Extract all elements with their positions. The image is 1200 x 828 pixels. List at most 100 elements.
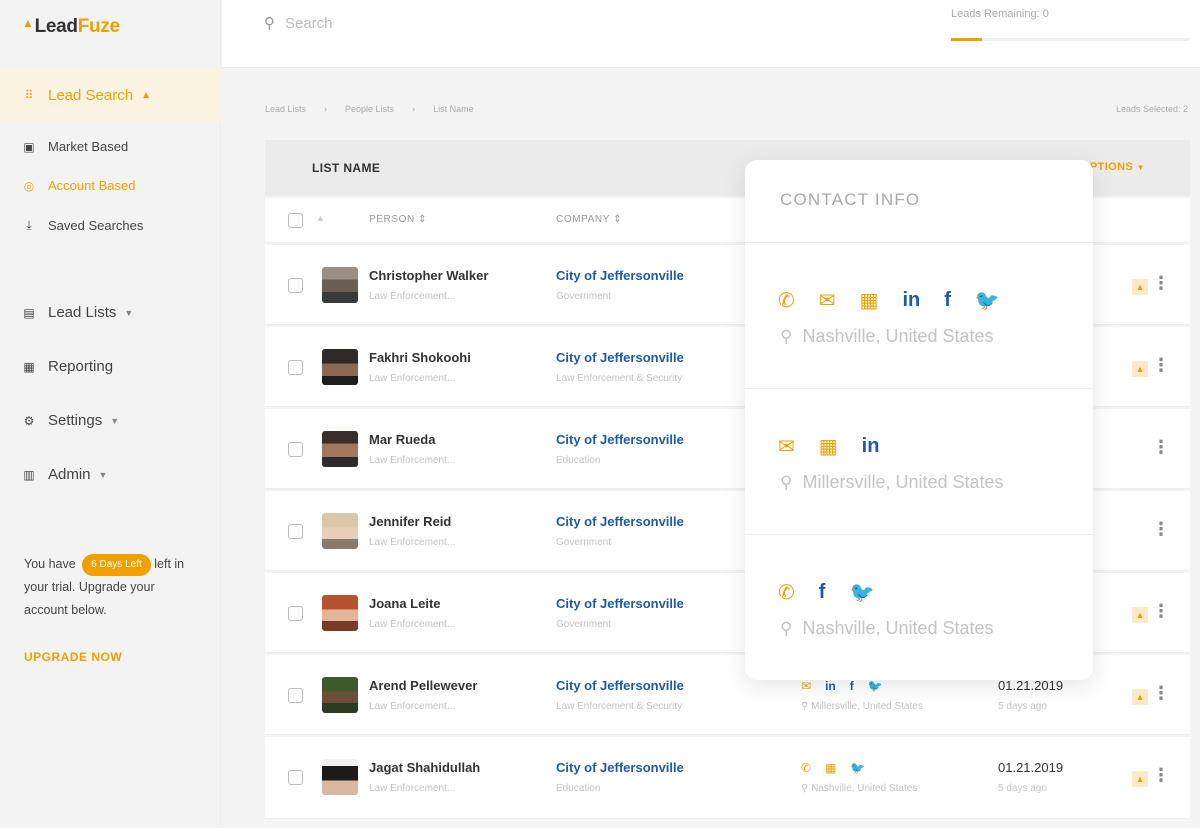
phone-icon[interactable]: ✆ [778, 288, 795, 313]
breadcrumb-list-name: List Name [433, 104, 474, 114]
more-icon[interactable]: ⋮ [1152, 601, 1170, 622]
sort-icon: ⇕ [613, 214, 623, 225]
nav-reporting[interactable]: ▦ Reporting [22, 358, 113, 375]
nav-account-based[interactable]: ◎ Account Based [22, 178, 136, 193]
linkedin-icon[interactable]: in [825, 679, 836, 693]
chevron-down-icon: ▼ [1136, 163, 1145, 172]
twitter-icon[interactable]: 🐦 [868, 679, 883, 693]
pin-icon: ⚲ [801, 783, 809, 794]
more-icon[interactable]: ⋮ [1152, 519, 1170, 540]
pin-icon: ⚲ [801, 701, 809, 712]
person-title: Law Enforcement... [369, 291, 456, 302]
nav-admin[interactable]: ▥ Admin ▼ [22, 466, 107, 483]
linkedin-icon[interactable]: in [862, 435, 880, 458]
nav-lead-lists[interactable]: ▤ Lead Lists ▼ [22, 304, 133, 321]
person-name[interactable]: Fakhri Shokoohi [369, 350, 471, 365]
person-title: Law Enforcement... [369, 373, 456, 384]
building-icon[interactable]: ▦ [825, 761, 836, 775]
column-company[interactable]: COMPANY ⇕ [556, 214, 622, 225]
search-placeholder: Search [285, 14, 333, 32]
upgrade-now-link[interactable]: UPGRADE NOW [24, 650, 122, 664]
company-link[interactable]: City of Jeffersonville [556, 760, 684, 775]
flag-icon[interactable]: ▲ [1132, 607, 1148, 623]
nav-settings[interactable]: ⚙ Settings ▼ [22, 412, 120, 429]
company-link[interactable]: City of Jeffersonville [556, 678, 684, 693]
company-link[interactable]: City of Jeffersonville [556, 514, 684, 529]
avatar [322, 431, 358, 467]
breadcrumb-lead-lists[interactable]: Lead Lists [265, 104, 306, 114]
twitter-icon[interactable]: 🐦 [975, 288, 1000, 313]
company-link[interactable]: City of Jeffersonville [556, 596, 684, 611]
target-icon: ◎ [23, 178, 35, 193]
avatar [322, 677, 358, 713]
company-link[interactable]: City of Jeffersonville [556, 350, 684, 365]
more-icon[interactable]: ⋮ [1152, 437, 1170, 458]
more-icon[interactable]: ⋮ [1152, 765, 1170, 786]
person-name[interactable]: Jagat Shahidullah [369, 760, 480, 775]
search-box[interactable]: ⚲ Search [264, 14, 333, 33]
leadfuze-logo[interactable]: ▲LeadFuze [22, 16, 120, 38]
avatar [322, 513, 358, 549]
person-name[interactable]: Jennifer Reid [369, 514, 451, 529]
facebook-icon[interactable]: f [850, 679, 854, 693]
flag-icon[interactable]: ▲ [1132, 361, 1148, 377]
person-title: Law Enforcement... [369, 619, 456, 630]
person-name[interactable]: Mar Rueda [369, 432, 435, 447]
person-name[interactable]: Arend Pellewever [369, 678, 477, 693]
divider [745, 242, 1093, 243]
flag-icon[interactable]: ▲ [1132, 689, 1148, 705]
row-checkbox[interactable] [288, 524, 303, 539]
phone-icon[interactable]: ✆ [778, 580, 795, 605]
contact-location: ⚲ Nashville, United States [780, 326, 994, 346]
select-all-checkbox[interactable] [288, 213, 303, 228]
pin-icon: ⚲ [780, 472, 793, 492]
person-name[interactable]: Joana Leite [369, 596, 441, 611]
contact-location: ⚲ Millersville, United States [801, 701, 923, 712]
email-icon[interactable]: ✉ [778, 434, 795, 459]
row-checkbox[interactable] [288, 606, 303, 621]
chevron-down-icon: ▼ [110, 415, 120, 426]
company-link[interactable]: City of Jeffersonville [556, 432, 684, 447]
email-icon[interactable]: ✉ [819, 288, 836, 313]
facebook-icon[interactable]: f [944, 289, 951, 312]
contact-icons: ✉ in f 🐦 [801, 679, 883, 693]
chevron-up-icon[interactable]: ▲ [316, 213, 325, 223]
more-icon[interactable]: ⋮ [1152, 355, 1170, 376]
row-checkbox[interactable] [288, 442, 303, 457]
phone-icon[interactable]: ✆ [801, 761, 811, 775]
contact-icons: ✆ ✉ ▦ in f 🐦 [778, 288, 1000, 313]
flag-icon[interactable]: ▲ [1132, 771, 1148, 787]
twitter-icon[interactable]: 🐦 [849, 580, 874, 605]
more-icon[interactable]: ⋮ [1152, 683, 1170, 704]
email-icon[interactable]: ✉ [801, 679, 811, 693]
row-checkbox[interactable] [288, 688, 303, 703]
building-icon[interactable]: ▦ [819, 434, 838, 459]
trial-days-badge: 6 Days Left [82, 553, 151, 576]
more-icon[interactable]: ⋮ [1152, 273, 1170, 294]
download-icon: ⤓ [26, 218, 32, 232]
logo-caret-icon: ▲ [22, 16, 34, 30]
linkedin-icon[interactable]: in [902, 289, 920, 312]
avatar [322, 759, 358, 795]
breadcrumb-people-lists[interactable]: People Lists [345, 104, 394, 114]
company-link[interactable]: City of Jeffersonville [556, 268, 684, 283]
facebook-icon[interactable]: f [819, 581, 826, 604]
divider [745, 534, 1093, 535]
sidebar: ▲LeadFuze ⠿ Lead Search ▲ ▣ Market Based… [0, 0, 221, 828]
column-person[interactable]: PERSON ⇕ [369, 214, 427, 225]
person-name[interactable]: Christopher Walker [369, 268, 488, 283]
nav-market-based[interactable]: ▣ Market Based [22, 139, 128, 154]
row-checkbox[interactable] [288, 278, 303, 293]
contact-info-title: CONTACT INFO [780, 190, 921, 209]
twitter-icon[interactable]: 🐦 [850, 761, 865, 775]
row-checkbox[interactable] [288, 360, 303, 375]
nav-lead-search[interactable]: ⠿ Lead Search ▲ [0, 68, 221, 122]
list-name-title: LIST NAME [312, 161, 381, 175]
flag-icon[interactable]: ▲ [1132, 279, 1148, 295]
nav-saved-searches[interactable]: ⤓ Saved Searches [22, 218, 143, 233]
contact-icons: ✉ ▦ in [778, 434, 879, 459]
row-checkbox[interactable] [288, 770, 303, 785]
table-row[interactable]: Jagat Shahidullah Law Enforcement... Cit… [265, 737, 1190, 819]
gear-icon: ⚙ [23, 413, 35, 428]
building-icon[interactable]: ▦ [860, 288, 879, 313]
